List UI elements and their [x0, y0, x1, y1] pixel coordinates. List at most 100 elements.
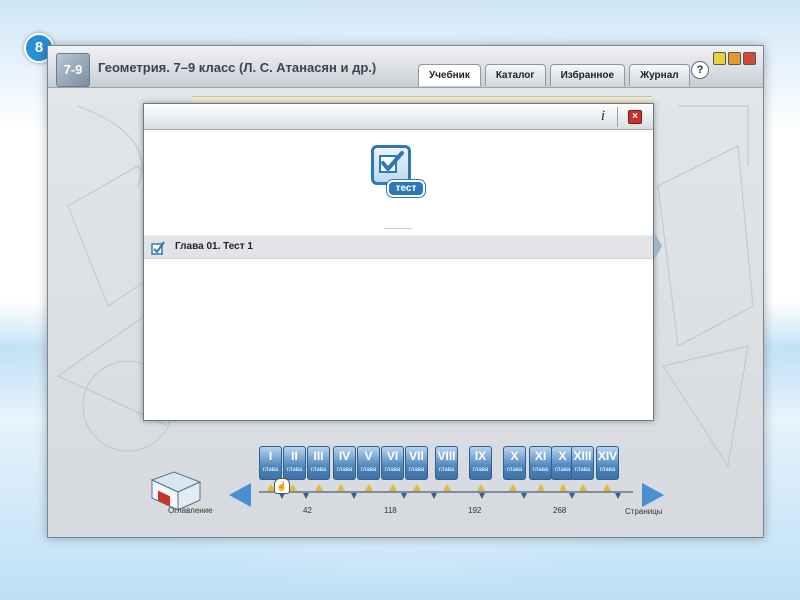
page-number-label: 268	[553, 506, 567, 515]
chapter-sub: глава	[286, 467, 303, 473]
next-arrow-icon[interactable]	[642, 483, 664, 507]
window-close-button[interactable]	[743, 52, 756, 65]
prev-arrow-icon[interactable]	[229, 483, 251, 507]
chapter-num: II	[291, 449, 298, 463]
page-marker-icon[interactable]	[351, 493, 357, 499]
page-marker-icon[interactable]	[431, 493, 437, 499]
chapter-7-button[interactable]: VII глава	[405, 446, 428, 480]
chapter-marker-icon[interactable]	[389, 484, 397, 491]
divider	[384, 228, 412, 229]
chapter-sub: глава	[599, 467, 616, 473]
chapter-num: IX	[474, 449, 487, 463]
chapter-3-button[interactable]: III глава	[307, 446, 330, 480]
test-item-label: Глава 01. Тест 1	[175, 241, 253, 252]
chapter-marker-icon[interactable]	[579, 484, 587, 491]
chapter-marker-icon[interactable]	[289, 484, 297, 491]
app-title: Геометрия. 7–9 класс (Л. С. Атанасян и д…	[98, 60, 377, 75]
header-divider	[617, 107, 618, 127]
chapter-num: XIII	[573, 449, 592, 463]
chapter-sub: глава	[310, 467, 327, 473]
chapter-2-button[interactable]: II глава	[283, 446, 306, 480]
chapter-1-button[interactable]: Iглава	[259, 446, 282, 480]
chapter-sub: глава	[262, 467, 279, 473]
chapter-10-button[interactable]: Xглава	[503, 446, 526, 480]
app-window: 7-9 Геометрия. 7–9 класс (Л. С. Атанасян…	[47, 45, 764, 538]
app-logo: 7-9	[56, 53, 90, 87]
chapter-9-button[interactable]: IX глава	[469, 446, 492, 480]
page-marker-icon[interactable]	[569, 493, 575, 499]
chapter-4-button[interactable]: IV глава	[333, 446, 356, 480]
chapter-marker-icon[interactable]	[559, 484, 567, 491]
title-bar: 7-9 Геометрия. 7–9 класс (Л. С. Атанасян…	[48, 46, 763, 88]
chapter-num: III	[313, 449, 324, 463]
help-button[interactable]: ?	[691, 61, 709, 79]
chapter-6-button[interactable]: VI глава	[381, 446, 404, 480]
maximize-button[interactable]	[728, 52, 741, 65]
chapter-sub: глава	[360, 467, 377, 473]
test-dialog: i × тест Глава 01. Тест 1	[143, 103, 654, 421]
chapter-11-button[interactable]: XI глава	[529, 446, 552, 480]
chapter-13-button[interactable]: XIII глава	[571, 446, 594, 480]
tab-izbrannoe[interactable]: Избранное	[549, 64, 626, 86]
page-marker-icon[interactable]	[615, 493, 621, 499]
chapter-marker-icon[interactable]	[477, 484, 485, 491]
chapter-sub: глава	[532, 467, 549, 473]
next-page-arrow-icon[interactable]	[654, 232, 662, 260]
chapter-num: VI	[386, 449, 399, 463]
page-number-label: 42	[303, 506, 312, 515]
chapter-num: VIII	[437, 449, 456, 463]
chapter-8-button[interactable]: VIII глава	[435, 446, 458, 480]
minimize-button[interactable]	[713, 52, 726, 65]
pages-label[interactable]: Страницы	[625, 507, 663, 516]
chapter-sub: глава	[408, 467, 425, 473]
chapter-num: X	[558, 449, 567, 463]
chapter-marker-icon[interactable]	[413, 484, 421, 491]
chapter-marker-icon[interactable]	[537, 484, 545, 491]
toc-label[interactable]: Оглавление	[168, 506, 213, 515]
chapter-sub: глава	[506, 467, 523, 473]
page-number-label: 192	[468, 506, 482, 515]
main-tabs: Учебник Каталог Избранное Журнал	[418, 64, 690, 86]
window-controls	[713, 52, 756, 65]
chapter-num: XI	[534, 449, 547, 463]
chapter-sub: глава	[472, 467, 489, 473]
tab-katalog[interactable]: Каталог	[484, 64, 546, 86]
chapter-num: X	[510, 449, 519, 463]
page-marker-icon[interactable]	[521, 493, 527, 499]
chapter-sub: глава	[574, 467, 591, 473]
chapter-marker-icon[interactable]	[315, 484, 323, 491]
info-icon[interactable]: i	[596, 108, 610, 126]
test-tag-label: тест	[387, 180, 425, 197]
dialog-header: i ×	[144, 104, 653, 130]
timeline-line	[259, 491, 633, 493]
chapter-buttons: Iглава II глава III глава IV глава Vглава V…	[259, 446, 629, 480]
chapter-num: I	[268, 449, 273, 463]
page-timeline[interactable]	[259, 484, 633, 502]
chapter-sub: глава	[384, 467, 401, 473]
tab-uchebnik[interactable]: Учебник	[418, 64, 481, 86]
test-icon: тест	[371, 145, 427, 207]
page-marker-icon[interactable]	[303, 493, 309, 499]
test-list-item[interactable]: Глава 01. Тест 1	[144, 235, 653, 259]
checkbox-board-icon	[371, 145, 411, 185]
bottom-navigation: Оглавление Страницы Iглава II глава III гл…	[48, 436, 763, 536]
hand-cursor-icon: ☝	[274, 478, 290, 494]
chapter-marker-icon[interactable]	[443, 484, 451, 491]
chapter-num: IV	[338, 449, 351, 463]
chapter-marker-icon[interactable]	[603, 484, 611, 491]
chapter-sub: глава	[554, 467, 571, 473]
dialog-close-button[interactable]: ×	[628, 110, 642, 124]
tab-zhurnal[interactable]: Журнал	[629, 64, 690, 86]
chapter-sub: глава	[438, 467, 455, 473]
page-marker-icon[interactable]	[401, 493, 407, 499]
chapter-marker-icon[interactable]	[365, 484, 373, 491]
chapter-marker-icon[interactable]	[337, 484, 345, 491]
chapter-num: V	[364, 449, 373, 463]
chapter-marker-icon[interactable]	[509, 484, 517, 491]
chapter-num: XIV	[597, 449, 618, 463]
chapter-14-button[interactable]: XIV глава	[596, 446, 619, 480]
chapter-num: VII	[409, 449, 424, 463]
chapter-5-button[interactable]: Vглава	[357, 446, 380, 480]
page-marker-icon[interactable]	[479, 493, 485, 499]
page-number-label: 118	[384, 506, 397, 515]
